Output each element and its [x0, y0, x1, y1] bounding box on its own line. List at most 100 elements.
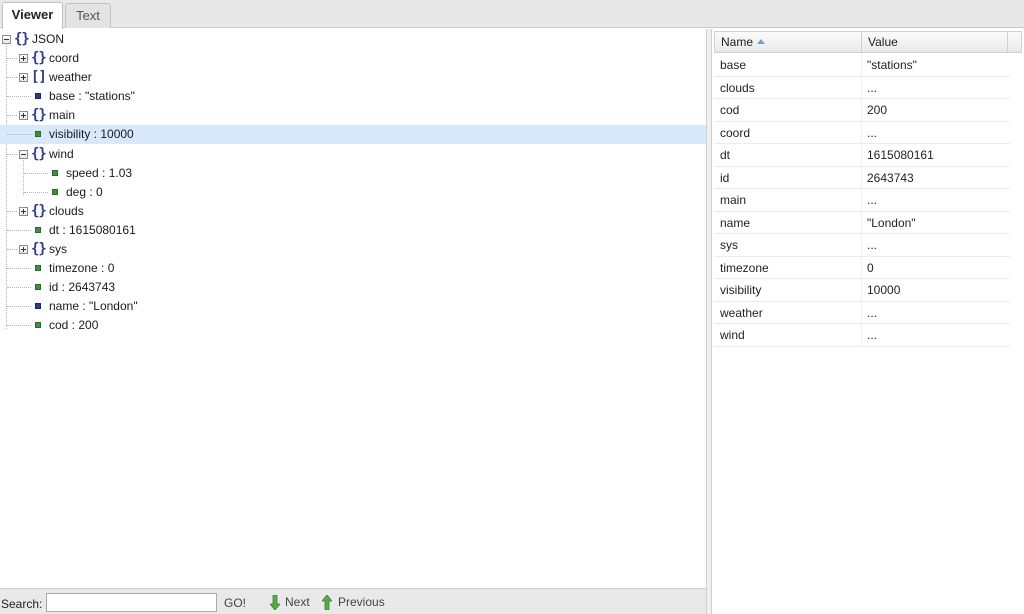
string-leaf-icon	[35, 303, 41, 310]
column-header-name[interactable]: Name	[715, 32, 862, 53]
collapse-icon[interactable]	[19, 149, 28, 159]
grid-cell-separator	[861, 189, 862, 211]
go-button[interactable]: GO!	[224, 596, 246, 610]
search-input[interactable]	[46, 593, 217, 612]
tab-text[interactable]: Text	[65, 3, 111, 28]
grid-cell-separator	[861, 144, 862, 166]
grid-row[interactable]: wind...	[714, 324, 1010, 347]
tree-node-row[interactable]: [] weather	[0, 68, 706, 87]
tree-root-label: JSON	[32, 32, 65, 46]
tree-node-row[interactable]: {} main	[0, 106, 706, 125]
tree-connector	[7, 134, 31, 136]
tree-connector	[7, 115, 17, 117]
tree-node-row[interactable]: base : "stations"	[0, 87, 706, 106]
tree-node-row[interactable]: timezone : 0	[0, 259, 706, 278]
number-leaf-icon	[35, 265, 41, 272]
object-braces-icon: {}	[31, 145, 47, 162]
grid-row[interactable]: main...	[714, 189, 1010, 212]
tree-connector	[7, 229, 31, 231]
grid-cell-value: ...	[867, 328, 878, 342]
column-header-value[interactable]: Value	[862, 32, 1008, 53]
search-label: Search:	[1, 597, 43, 611]
tree-node-row[interactable]: visibility : 10000	[0, 125, 706, 145]
grid-cell-separator	[861, 211, 862, 234]
tree-node-row[interactable]: {} sys	[0, 240, 706, 259]
array-brackets-icon: []	[31, 69, 47, 86]
grid-row[interactable]: base "stations"	[714, 54, 1010, 77]
grid-row[interactable]: sys...	[714, 234, 1010, 257]
object-braces-icon: {}	[14, 31, 30, 47]
grid-cell-name: dt	[720, 148, 731, 162]
previous-label: Previous	[338, 595, 385, 609]
tree-connector	[7, 287, 31, 289]
expand-icon[interactable]	[19, 206, 28, 216]
tree-connector	[24, 172, 48, 174]
tree-node-label: coord	[49, 51, 80, 65]
grid-cell-separator	[861, 301, 862, 324]
grid-row[interactable]: clouds...	[714, 76, 1010, 99]
grid-cell-value: "London"	[867, 215, 916, 230]
grid-cell-value: ...	[867, 80, 878, 95]
grid-cell-separator	[861, 99, 862, 121]
grid-cell-name: wind	[720, 328, 745, 342]
grid-cell-value: 10000	[867, 283, 901, 297]
tree-node-row[interactable]: {} coord	[0, 49, 706, 68]
grid-row[interactable]: weather...	[714, 301, 1010, 324]
arrow-down-icon	[270, 595, 280, 610]
number-leaf-icon	[35, 226, 41, 233]
grid-cell-name: base	[720, 58, 747, 72]
tree-node-row[interactable]: {} clouds	[0, 202, 706, 221]
tree-connector	[7, 77, 17, 79]
grid-row[interactable]: dt 1615080161	[714, 144, 1010, 167]
column-header-value-label: Value	[868, 35, 898, 49]
tree-node-row[interactable]: name : "London"	[0, 297, 706, 316]
grid-cell-separator	[861, 76, 862, 99]
tree-node-label: weather	[49, 70, 92, 85]
grid-cell-value: ...	[867, 125, 878, 140]
grid-cell-name: weather	[720, 305, 763, 320]
tab-viewer[interactable]: Viewer	[2, 2, 63, 29]
grid-cell-value: 0	[867, 260, 874, 275]
grid-row[interactable]: visibility 10000	[714, 279, 1010, 302]
grid-row[interactable]: id 2643743	[714, 166, 1010, 189]
grid-row[interactable]: cod 200	[714, 99, 1010, 122]
grid-row[interactable]: timezone 0	[714, 256, 1010, 279]
tree-connector	[24, 191, 48, 193]
expand-icon[interactable]	[19, 111, 28, 121]
tree-node-row[interactable]: id : 2643743	[0, 278, 706, 297]
number-leaf-icon	[35, 322, 41, 329]
grid-cell-name: id	[720, 170, 730, 185]
grid-cell-name: name	[720, 215, 751, 230]
grid-row[interactable]: coord...	[714, 121, 1010, 144]
grid-cell-value: 200	[867, 103, 888, 117]
grid-cell-separator	[861, 256, 862, 279]
grid-cell-separator	[861, 121, 862, 144]
expand-icon[interactable]	[19, 245, 28, 254]
tree-node-row[interactable]: cod : 200	[0, 316, 706, 335]
grid-row[interactable]: name "London"	[714, 211, 1010, 234]
tree-connector	[7, 153, 17, 155]
tree-node-row[interactable]: {} wind	[0, 145, 706, 164]
number-leaf-icon	[35, 131, 41, 138]
tree-node-label: wind	[49, 146, 74, 161]
tree-node-label: speed : 1.03	[66, 165, 133, 180]
tree-node-row[interactable]: deg : 0	[0, 183, 706, 202]
tree-node-label: dt : 1615080161	[49, 222, 136, 237]
tree-node-label: id : 2643743	[49, 280, 116, 295]
tree-node-row[interactable]: speed : 1.03	[0, 164, 706, 183]
search-bar: Search: GO! Next Previous	[0, 588, 706, 614]
tree-node-label: deg : 0	[66, 184, 103, 199]
grid-cell-separator	[861, 324, 862, 346]
expand-icon[interactable]	[19, 54, 28, 63]
grid-cell-name: sys	[720, 238, 738, 252]
tree-connector	[7, 210, 17, 212]
tree-connector	[7, 306, 31, 308]
expand-icon[interactable]	[19, 73, 28, 83]
tree-node-row[interactable]: dt : 1615080161	[0, 221, 706, 240]
tree-connector	[7, 325, 31, 327]
grid-cell-name: cod	[720, 103, 740, 117]
tree-connector	[7, 268, 31, 270]
object-braces-icon: {}	[31, 107, 47, 124]
tree-root-row[interactable]: {} JSON	[0, 30, 706, 49]
grid-cell-value: ...	[867, 238, 878, 252]
